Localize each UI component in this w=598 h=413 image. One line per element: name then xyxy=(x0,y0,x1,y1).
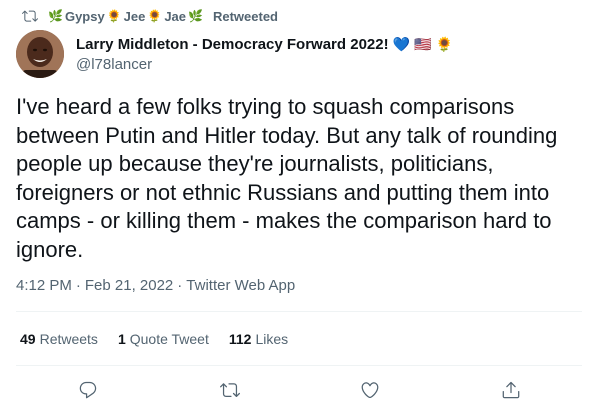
retweeted-label: Retweeted xyxy=(212,8,278,24)
retweet-header: 🌿 Gypsy 🌻 Jee 🌻 Jae 🌿 Retweeted xyxy=(22,6,278,26)
sunflower-icon: 🌻 xyxy=(435,36,453,52)
tweet-meta: 4:12 PM · Feb 21, 2022 · Twitter Web App xyxy=(16,277,295,294)
likes-stat[interactable]: 112 Likes xyxy=(229,331,288,347)
author-handle[interactable]: @l78lancer xyxy=(76,56,453,73)
sunflower-icon: 🌻 xyxy=(147,9,163,23)
like-icon[interactable] xyxy=(360,380,380,400)
retweets-stat[interactable]: 49 Retweets xyxy=(20,331,98,347)
display-name[interactable]: Larry Middleton - Democracy Forward 2022… xyxy=(76,34,453,54)
share-icon[interactable] xyxy=(501,380,521,400)
herb-icon: 🌿 xyxy=(188,9,203,23)
reply-icon[interactable] xyxy=(78,380,98,400)
blue-heart-icon: 💙 xyxy=(392,36,411,52)
avatar[interactable] xyxy=(16,30,64,78)
quote-tweets-stat[interactable]: 1 Quote Tweet xyxy=(118,331,209,347)
divider xyxy=(16,311,582,312)
tweet-source-app[interactable]: Twitter Web App xyxy=(186,277,295,294)
herb-icon: 🌿 xyxy=(48,9,63,23)
retweet-icon[interactable] xyxy=(220,380,240,400)
tweet-stats: 49 Retweets 1 Quote Tweet 112 Likes xyxy=(20,331,288,347)
sunflower-icon: 🌻 xyxy=(106,9,122,23)
us-flag-icon: 🇺🇸 xyxy=(414,36,432,52)
tweet-date[interactable]: Feb 21, 2022 xyxy=(85,277,173,294)
avatar-image xyxy=(16,30,64,78)
meta-separator: · xyxy=(177,277,183,294)
divider xyxy=(16,365,582,366)
retweet-icon xyxy=(22,10,38,22)
retweeter-name[interactable]: 🌿 Gypsy 🌻 Jee 🌻 Jae 🌿 xyxy=(48,9,203,24)
action-bar xyxy=(0,372,598,406)
meta-separator: · xyxy=(75,277,81,294)
author-block[interactable]: Larry Middleton - Democracy Forward 2022… xyxy=(76,34,453,74)
tweet-text: I've heard a few folks trying to squash … xyxy=(16,94,558,262)
tweet-time[interactable]: 4:12 PM xyxy=(16,277,72,294)
